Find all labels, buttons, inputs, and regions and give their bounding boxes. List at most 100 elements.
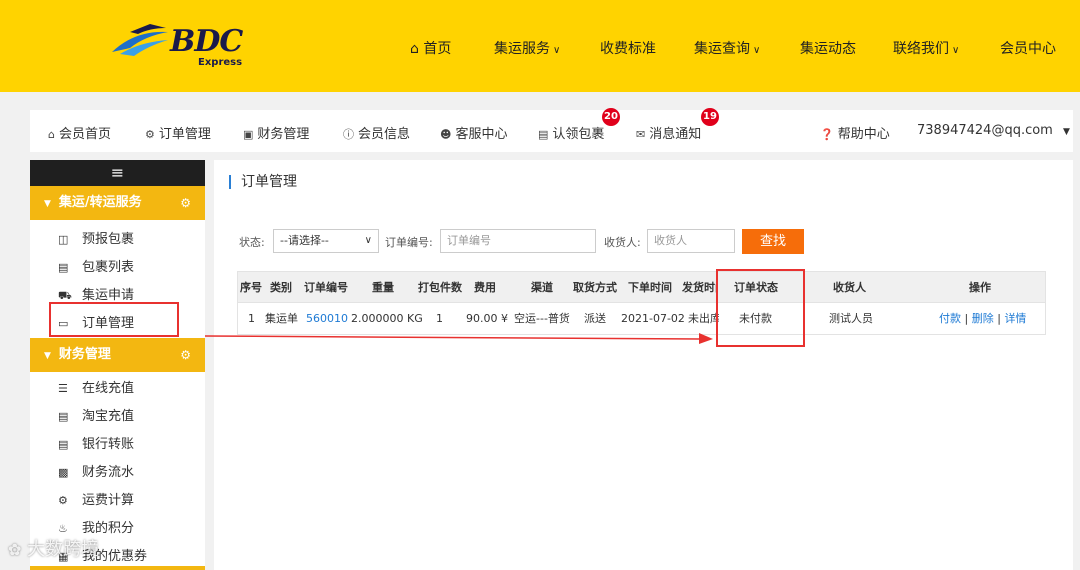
nav-service-label: 集运服务 bbox=[494, 41, 550, 57]
order-management-link[interactable]: ⚙ 订单管理 bbox=[145, 123, 211, 142]
user-icon: ☻ bbox=[440, 128, 452, 141]
pay-link[interactable]: 付款 bbox=[939, 312, 961, 325]
nav-query-label: 集运查询 bbox=[694, 41, 750, 57]
nav-member-label: 会员中心 bbox=[1000, 41, 1056, 57]
column-header: 发货时间 bbox=[682, 281, 718, 294]
order-no-placeholder: 订单编号 bbox=[447, 234, 491, 247]
details-link[interactable]: 详情 bbox=[1004, 312, 1026, 325]
sidebar-item-bank-transfer[interactable]: ▤ 银行转账 bbox=[30, 431, 205, 459]
column-header: 序号 bbox=[240, 281, 262, 294]
sidebar-item-label: 我的积分 bbox=[82, 521, 135, 536]
chevron-down-icon: ∨ bbox=[364, 235, 372, 246]
separator: | bbox=[997, 312, 1001, 325]
sidebar-item-online-recharge[interactable]: ☰ 在线充值 bbox=[30, 375, 205, 403]
sidebar-bottom-bar bbox=[30, 566, 205, 570]
sidebar-group-shipping-label: 集运/转运服务 bbox=[58, 195, 142, 210]
caret-down-icon: ▼ bbox=[44, 199, 51, 209]
nav-contact[interactable]: 联络我们 ∨ bbox=[893, 38, 959, 58]
sidebar-group-shipping[interactable]: ▼ 集运/转运服务 ⚙ bbox=[30, 186, 205, 220]
caret-down-icon: ▼ bbox=[44, 351, 51, 361]
help-center-link[interactable]: ❓ 帮助中心 bbox=[820, 123, 890, 142]
sidebar-item-taobao-recharge[interactable]: ▤ 淘宝充值 bbox=[30, 403, 205, 431]
customer-service-link[interactable]: ☻ 客服中心 bbox=[440, 123, 507, 142]
help-center-label: 帮助中心 bbox=[837, 127, 890, 142]
delete-link[interactable]: 删除 bbox=[972, 312, 994, 325]
chevron-down-icon: ∨ bbox=[753, 45, 761, 56]
package-icon: ▤ bbox=[538, 128, 549, 141]
question-icon: ❓ bbox=[820, 128, 834, 141]
info-icon: ⓘ bbox=[343, 128, 354, 141]
nav-service[interactable]: 集运服务 ∨ bbox=[494, 38, 560, 58]
gear-icon: ⚙ bbox=[145, 128, 155, 141]
account-email: 738947424@qq.com bbox=[917, 123, 1053, 138]
receiver-input[interactable]: 收货人 bbox=[647, 229, 735, 253]
sidebar-item-forecast[interactable]: ◫ 预报包裹 bbox=[30, 226, 205, 254]
column-header: 渠道 bbox=[531, 281, 553, 294]
nav-news[interactable]: 集运动态 bbox=[800, 38, 856, 58]
highlight-box-order-status bbox=[716, 269, 805, 347]
sidebar-group-finance[interactable]: ▼ 财务管理 ⚙ bbox=[30, 338, 205, 372]
sidebar-item-label: 银行转账 bbox=[82, 437, 135, 452]
member-home-label: 会员首页 bbox=[58, 127, 111, 142]
member-info-label: 会员信息 bbox=[358, 127, 411, 142]
table-header: 序号 类别 订单编号 重量 打包件数 费用 渠道 取货方式 下单时间 发货时间 … bbox=[237, 271, 1046, 303]
order-no-input[interactable]: 订单编号 bbox=[440, 229, 596, 253]
sidebar-item-package-list[interactable]: ▤ 包裹列表 bbox=[30, 254, 205, 282]
watermark-logo-icon: ✿ bbox=[8, 540, 22, 559]
finance-label: 财务管理 bbox=[257, 127, 310, 142]
money-icon: ▣ bbox=[243, 128, 254, 141]
sidebar: ≡ ▼ 集运/转运服务 ⚙ ◫ 预报包裹 ▤ 包裹列表 ⛟ 集运申请 ▭ 订单管理 ▼ 财务… bbox=[30, 160, 205, 570]
box-icon: ◫ bbox=[58, 233, 69, 246]
finance-link[interactable]: ▣ 财务管理 bbox=[243, 123, 309, 142]
nav-query[interactable]: 集运查询 ∨ bbox=[694, 38, 760, 58]
nav-fees[interactable]: 收费标准 bbox=[600, 38, 656, 58]
nav-contact-label: 联络我们 bbox=[893, 41, 949, 57]
messages-label: 消息通知 bbox=[649, 127, 702, 142]
order-no-label: 订单编号: bbox=[385, 236, 433, 249]
member-home-link[interactable]: ⌂ 会员首页 bbox=[48, 123, 111, 142]
main-nav: ⌂ 首页 集运服务 ∨ 收费标准 集运查询 ∨ 集运动态 联络我们 ∨ 会员中心 bbox=[0, 38, 1080, 58]
nav-home-label: 首页 bbox=[423, 41, 452, 57]
receiver-placeholder: 收货人 bbox=[654, 234, 687, 247]
column-header: 重量 bbox=[372, 281, 394, 294]
claim-count-badge: 20 bbox=[602, 108, 620, 126]
gear-icon: ⚙ bbox=[180, 196, 191, 210]
sidebar-item-transactions[interactable]: ▩ 财务流水 bbox=[30, 459, 205, 487]
message-count-badge: 19 bbox=[701, 108, 719, 126]
orders-table: 序号 类别 订单编号 重量 打包件数 费用 渠道 取货方式 下单时间 发货时间 … bbox=[237, 271, 1046, 335]
chevron-down-icon: ∨ bbox=[553, 45, 561, 56]
watermark: ✿ 大数跨境 bbox=[8, 535, 99, 561]
separator: | bbox=[964, 312, 969, 325]
sidebar-item-label: 预报包裹 bbox=[82, 232, 135, 247]
main-content: 订单管理 状态: --请选择-- ∨ 订单编号: 订单编号 收货人: 收货人 查… bbox=[214, 160, 1073, 570]
site-header: BDC Express ⌂ 首页 集运服务 ∨ 收费标准 集运查询 ∨ 集运动态 联… bbox=[0, 0, 1080, 92]
claim-package-link[interactable]: ▤ 认领包裹 bbox=[538, 123, 604, 142]
sidebar-item-label: 集运申请 bbox=[82, 288, 135, 303]
nav-home[interactable]: ⌂ 首页 bbox=[410, 38, 451, 58]
nav-news-label: 集运动态 bbox=[800, 41, 856, 57]
envelope-icon: ✉ bbox=[636, 128, 646, 141]
member-info-link[interactable]: ⓘ 会员信息 bbox=[343, 123, 410, 142]
bar-chart-icon: ▩ bbox=[58, 466, 69, 479]
sidebar-item-fee-calc[interactable]: ⚙ 运费计算 bbox=[30, 487, 205, 515]
sidebar-item-label: 包裹列表 bbox=[82, 260, 135, 275]
status-select-value: --请选择-- bbox=[280, 234, 329, 247]
search-button[interactable]: 查找 bbox=[742, 229, 804, 254]
nav-fees-label: 收费标准 bbox=[600, 41, 656, 57]
messages-link[interactable]: ✉ 消息通知 bbox=[636, 123, 701, 142]
sidebar-item-label: 在线充值 bbox=[82, 381, 135, 396]
gear-icon: ⚙ bbox=[180, 348, 191, 362]
caret-down-icon: ▼ bbox=[1062, 127, 1070, 137]
home-icon: ⌂ bbox=[48, 128, 55, 141]
status-select[interactable]: --请选择-- ∨ bbox=[273, 229, 379, 253]
sidebar-item-label: 运费计算 bbox=[82, 493, 135, 508]
nav-member[interactable]: 会员中心 bbox=[1000, 38, 1056, 58]
sidebar-menu-toggle[interactable]: ≡ bbox=[30, 160, 205, 186]
menu-icon: ≡ bbox=[110, 163, 125, 182]
member-toolbar: ⌂ 会员首页 ⚙ 订单管理 ▣ 财务管理 ⓘ 会员信息 ☻ 客服中心 ▤ 认领包裹 20 ✉… bbox=[30, 108, 1073, 152]
claim-package-label: 认领包裹 bbox=[552, 127, 605, 142]
account-menu[interactable]: 738947424@qq.com ▼ bbox=[917, 123, 1070, 138]
column-header: 打包件数 bbox=[418, 281, 462, 294]
order-management-label: 订单管理 bbox=[158, 127, 211, 142]
column-header: 订单编号 bbox=[304, 281, 348, 294]
